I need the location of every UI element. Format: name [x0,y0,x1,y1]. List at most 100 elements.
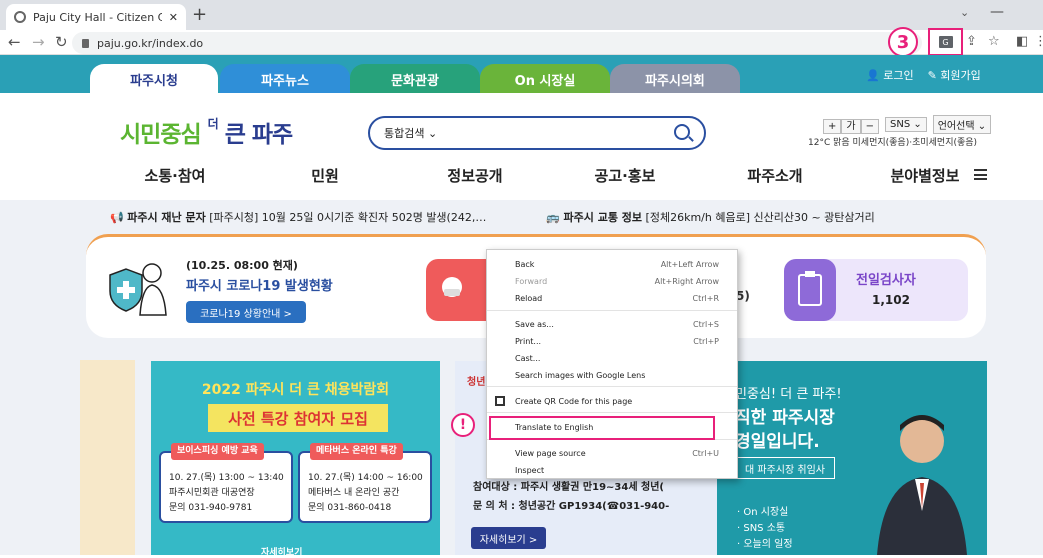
tested-card[interactable]: 전일검사자 1,102 [784,259,968,321]
ctx-cast[interactable]: Cast... [487,350,737,366]
ctx-item-label: Search images with Google Lens [515,370,646,380]
ctx-print[interactable]: Print... Ctrl+P [487,333,737,349]
traffic-alert[interactable]: 🚌 파주시 교통 정보 [정체26km/h 혜음로] 신산리산30 ~ 광탄삼거… [546,209,874,225]
ctx-separator [487,412,737,413]
tab-city-council[interactable]: 파주시의회 [610,64,740,94]
tab-paju-cityhall[interactable]: 파주시청 [90,64,218,94]
mayor-banner[interactable]: 민중심! 더 큰 파주! 직한 파주시장 경일입니다. 대 파주시장 취임사 ·… [717,361,987,555]
mayor-link-on[interactable]: · On 시장실 [737,505,793,521]
ctx-qr-code[interactable]: Create QR Code for this page [487,393,737,409]
globe-icon [14,11,26,23]
search-bar[interactable]: 통합검색 ⌄ [368,116,706,150]
side-panel-icon[interactable]: ◧ [1016,34,1028,49]
ctx-back[interactable]: Back Alt+Left Arrow [487,256,737,272]
ctx-save-as[interactable]: Save as... Ctrl+S [487,316,737,332]
close-tab-icon[interactable]: ✕ [169,11,178,24]
sns-label: SNS [889,119,911,130]
menu-item-civil[interactable]: 민원 [250,165,400,186]
ctx-reload[interactable]: Reload Ctrl+R [487,290,737,306]
browser-menu-icon[interactable]: ⋮ [1034,34,1043,49]
hamburger-menu-icon[interactable] [974,169,987,180]
youth-more-button[interactable]: 자세히보기 > [471,527,546,549]
tab-on-mayor[interactable]: On 시장실 [480,64,610,94]
font-label: 가 [841,119,861,134]
translate-highlight [489,416,715,440]
confirmed-cases-partial: 5) [736,289,750,303]
warning-annotation: ! [451,413,475,437]
site-top-nav: 파주시청 파주뉴스 문화관광 On 시장실 파주시의회 👤 로그인 ✎ 회원가입 [0,55,1043,94]
qr-code-icon [495,396,505,406]
signup-label: 회원가입 [940,69,981,82]
ctx-item-shortcut: Ctrl+U [692,448,719,458]
menu-item-about[interactable]: 파주소개 [700,165,850,186]
ctx-item-shortcut: Ctrl+R [692,293,720,303]
ctx-item-label: Cast... [515,353,541,363]
font-decrease-button[interactable]: − [860,119,879,134]
ctx-view-source[interactable]: View page source Ctrl+U [487,445,737,461]
translate-page-button[interactable]: G [928,28,963,56]
disaster-label: 파주시 재난 문자 [127,211,206,224]
minimize-button[interactable]: — [990,4,1004,20]
font-increase-button[interactable]: + [823,119,842,134]
ctx-google-lens[interactable]: Search images with Google Lens [487,367,737,383]
lecture-box-metaverse: 메타버스 온라인 특강 10. 27.(목) 14:00 ~ 16:00 메타버… [298,443,432,523]
site-header: 시민중심 더 큰 파주 통합검색 ⌄ + 가 − SNS ⌄ 언어선택 ⌄ 12°C… [0,93,1043,200]
inaugural-speech-button[interactable]: 대 파주시장 취임사 [735,457,835,479]
url-field[interactable]: paju.go.kr/index.do [72,32,922,54]
tab-paju-news[interactable]: 파주뉴스 [220,64,350,94]
ctx-item-shortcut: Alt+Right Arrow [654,276,719,286]
job-fair-title: 2022 파주시 더 큰 채용박람회 [201,382,390,398]
medical-worker-icon [109,263,167,316]
mayor-links: · On 시장실 · SNS 소통 · 오늘의 일정 [737,505,793,553]
login-link[interactable]: 👤 로그인 [866,67,914,83]
patient-icon [442,277,462,297]
menu-item-participation[interactable]: 소통·참여 [100,165,250,186]
reload-icon[interactable]: ↻ [55,33,68,51]
mayor-link-schedule[interactable]: · 오늘의 일정 [737,537,793,553]
lecture-place: 메타버스 내 온라인 공간 [308,488,400,498]
sns-select[interactable]: SNS ⌄ [884,117,927,132]
signup-link[interactable]: ✎ 회원가입 [928,67,981,83]
address-bar-row: ← → ↻ paju.go.kr/index.do ⇪ ☆ ◧ ⋮ [0,30,1043,55]
logo-part-b: 더 [207,117,219,131]
header-utilities: + 가 − SNS ⌄ 언어선택 ⌄ [823,115,992,134]
site-logo[interactable]: 시민중심 더 큰 파주 [120,115,293,149]
tested-value: 1,102 [872,293,910,307]
job-fair-banner[interactable]: 2022 파주시 더 큰 채용박람회 사전 특강 참여자 모집 보이스피싱 예방… [151,361,440,558]
search-scope-select[interactable]: 통합검색 ⌄ [384,125,437,141]
weather-info: 12°C 맑음 미세먼지(좋음)·초미세먼지(좋음) [808,138,978,148]
lecture-time: 10. 27.(목) 13:00 ~ 13:40 [169,473,284,483]
covid-info-button[interactable]: 코로나19 상황안내 > [186,301,306,323]
ctx-inspect[interactable]: Inspect [487,462,737,478]
tab-culture-tour[interactable]: 문화관광 [350,64,480,94]
ctx-item-label: Reload [515,293,543,303]
mayor-line3: 경일입니다. [735,432,820,452]
browser-tab[interactable]: Paju City Hall - Citizen Center | ✕ [6,4,186,30]
ctx-item-label: Save as... [515,319,554,329]
covid-timestamp: (10.25. 08:00 현재) [186,259,298,272]
traffic-label: 파주시 교통 정보 [563,211,643,224]
tab-search-icon[interactable]: ⌄ [960,6,969,19]
forward-icon[interactable]: → [32,33,45,51]
font-size-controls: + 가 − [823,117,879,134]
disaster-alert[interactable]: 📢 파주시 재난 문자 [파주시청] 10월 25일 0시기준 확진자 502명… [110,209,486,225]
mayor-link-sns[interactable]: · SNS 소통 [737,521,793,537]
ctx-item-shortcut: Alt+Left Arrow [660,259,719,269]
job-fair-more[interactable]: 자세히보기 [261,545,302,558]
share-icon[interactable]: ⇪ [966,34,977,49]
bookmark-star-icon[interactable]: ☆ [988,34,1000,49]
mayor-line1: 민중심! 더 큰 파주! [735,387,842,402]
youth-target: 참여대상 : 파주시 생활권 만19~34세 청년( [473,482,664,493]
search-icon[interactable] [674,124,690,140]
traffic-text: [정체26km/h 혜음로] 신산리산30 ~ 광탄삼거리 [645,211,875,224]
ctx-forward[interactable]: Forward Alt+Right Arrow [487,273,737,289]
job-fair-subtitle: 사전 특강 참여자 모집 [208,404,388,432]
language-select[interactable]: 언어선택 ⌄ [932,115,992,134]
language-label: 언어선택 [937,121,975,132]
new-tab-button[interactable]: + [192,4,207,25]
menu-item-notices[interactable]: 공고·홍보 [550,165,700,186]
lecture-contact: 문의 031-940-9781 [169,503,253,513]
step-annotation-3: 3 [888,27,918,57]
menu-item-info-disclosure[interactable]: 정보공개 [400,165,550,186]
back-icon[interactable]: ← [8,33,21,51]
